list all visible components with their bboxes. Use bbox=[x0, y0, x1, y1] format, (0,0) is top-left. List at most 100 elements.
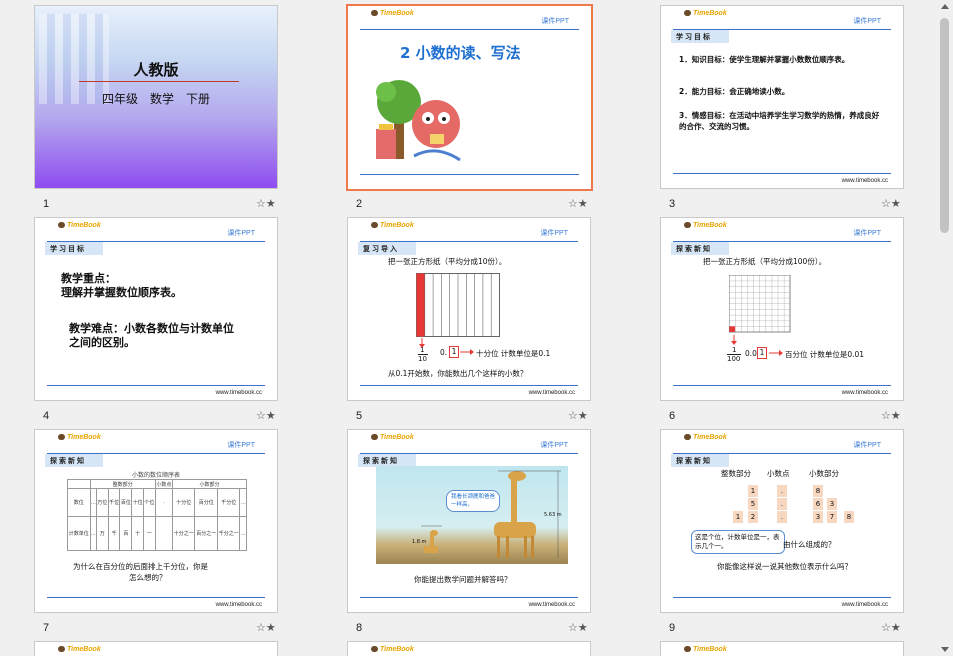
section-tag: 探索新知 bbox=[671, 242, 729, 255]
table-cell: 十分之一 bbox=[171, 516, 196, 551]
table-cell: 万位 bbox=[95, 488, 109, 517]
height-label-big: 5.63 m bbox=[544, 512, 562, 518]
decimal-part-label: 小数部分 bbox=[809, 469, 839, 478]
header-line bbox=[360, 29, 579, 30]
callout-bubble: 这是个位，计数单位是一，表示几个一。 bbox=[691, 530, 785, 554]
slide-number-6: 6 bbox=[669, 410, 676, 422]
vertical-scrollbar[interactable] bbox=[936, 0, 953, 656]
slide-2-title: 2 小数的读、写法 bbox=[400, 44, 521, 62]
star-icon[interactable]: ☆★ bbox=[881, 197, 901, 210]
decimal-digit: 8 bbox=[813, 485, 823, 497]
star-icon[interactable]: ☆★ bbox=[568, 409, 588, 422]
footer-url: www.timebook.cc bbox=[215, 602, 262, 608]
slide-9-question: 你能像这样说一说其他数位表示什么吗？ bbox=[717, 562, 852, 571]
star-icon[interactable]: ☆★ bbox=[256, 409, 276, 422]
timebook-logo: TimeBook bbox=[371, 10, 414, 17]
decimal-point: . bbox=[777, 498, 787, 510]
slide-thumbnail-11[interactable]: TimeBook bbox=[347, 641, 591, 656]
scroll-down-arrow-icon[interactable] bbox=[941, 647, 949, 652]
slide-1-subtitle: 四年级 数学 下册 bbox=[101, 92, 210, 106]
place-value-table: 整数部分 小数点 小数部分 数位 … 万位 千位 百位 十位 个位 · 十分位 … bbox=[67, 479, 248, 551]
decimal-digit: 7 bbox=[827, 511, 837, 523]
decimal-digit: 8 bbox=[844, 511, 854, 523]
decimal-point: . bbox=[777, 511, 787, 523]
right-arrow-icon bbox=[769, 350, 783, 356]
scrollbar-thumb[interactable] bbox=[940, 18, 949, 233]
table-cell: 万 bbox=[95, 516, 109, 551]
slide-thumbnail-5[interactable]: TimeBook 课件PPT 复习导入 把一张正方形纸（平均分成10份）。 1 … bbox=[347, 217, 591, 401]
hundredths-grid-diagram bbox=[729, 275, 791, 333]
footer-line bbox=[673, 173, 891, 174]
table-cell: … bbox=[239, 488, 247, 517]
star-icon[interactable]: ☆★ bbox=[881, 409, 901, 422]
timebook-logo: TimeBook bbox=[58, 646, 101, 653]
slide-7-question-1: 为什么在百分位的后面排上千分位，你是 bbox=[73, 562, 208, 571]
table-cell: 十 bbox=[131, 516, 145, 551]
table-cell: 千分之一 bbox=[216, 516, 241, 551]
tenths-note: 十分位 计数单位是0.1 bbox=[476, 349, 551, 358]
slide-thumbnail-2[interactable]: TimeBook 课件PPT 2 小数的读、写法 bbox=[346, 4, 593, 191]
table-cell: 千分位 bbox=[216, 488, 241, 517]
down-arrow-icon bbox=[731, 335, 737, 345]
tenths-strip-diagram bbox=[416, 273, 500, 337]
slide-number-1: 1 bbox=[43, 198, 50, 210]
slide-thumbnail-4[interactable]: TimeBook 课件PPT 学习目标 教学重点： 理解并掌握数位顺序表。 教学… bbox=[34, 217, 278, 401]
table-cell: 个位 bbox=[143, 488, 156, 517]
timebook-logo: TimeBook bbox=[371, 222, 414, 229]
slide-1-title: 人教版 bbox=[133, 61, 179, 79]
star-icon[interactable]: ☆★ bbox=[568, 621, 588, 634]
integer-digit: 1 bbox=[733, 511, 743, 523]
decimal-value: 0.0 bbox=[745, 349, 757, 358]
slide-thumbnail-8[interactable]: TimeBook 课件PPT 探索新知 5.63 m 1.8 m 我看长颈鹿和爸… bbox=[347, 429, 591, 613]
goal-line-3: 3．情感目标：在活动中培养学生学习数学的热情，养成良好的合作、交流的习惯。 bbox=[679, 111, 880, 131]
decimal-value-box: 1 bbox=[757, 347, 767, 359]
integer-part-label: 整数部分 bbox=[721, 469, 751, 478]
slide-number-7: 7 bbox=[43, 622, 50, 634]
star-icon[interactable]: ☆★ bbox=[568, 197, 588, 210]
slide-1-red-rule bbox=[79, 81, 239, 82]
kejian-label: 课件PPT bbox=[227, 230, 255, 237]
footer-line bbox=[360, 597, 578, 598]
slide-8-question: 你能提出数学问题并解答吗？ bbox=[414, 575, 512, 584]
giraffe-illustration bbox=[421, 470, 561, 558]
decimal-digit: 3 bbox=[827, 498, 837, 510]
star-icon[interactable]: ☆★ bbox=[256, 197, 276, 210]
slide-number-3: 3 bbox=[669, 198, 676, 210]
slide-thumbnail-9[interactable]: TimeBook 课件PPT 探索新知 整数部分 小数点 小数部分 1 5 1 … bbox=[660, 429, 904, 613]
speech-bubble: 我看长颈鹿和爸爸一样高。 bbox=[446, 490, 500, 512]
table-group-header: 小数部分 bbox=[171, 479, 248, 489]
kejian-label: 课件PPT bbox=[540, 442, 568, 449]
kejian-label: 课件PPT bbox=[541, 18, 569, 25]
footer-line bbox=[47, 597, 265, 598]
cartoon-tree-illustration bbox=[376, 80, 461, 162]
difficulty-text-2: 之间的区别。 bbox=[69, 336, 135, 349]
table-cell: 十分位 bbox=[171, 488, 196, 517]
timebook-logo: TimeBook bbox=[371, 434, 414, 441]
slide-thumbnail-7[interactable]: TimeBook 课件PPT 探索新知 小数的数位顺序表 整数部分 小数点 小数… bbox=[34, 429, 278, 613]
footer-url: www.timebook.cc bbox=[215, 390, 262, 396]
timebook-logo: TimeBook bbox=[58, 434, 101, 441]
star-icon[interactable]: ☆★ bbox=[256, 621, 276, 634]
footer-line bbox=[360, 174, 579, 175]
slide-thumbnail-3[interactable]: TimeBook 课件PPT 学习目标 1．知识目标：使学生理解并掌握小数数位顺… bbox=[660, 5, 904, 189]
goal-line-1: 1．知识目标：使学生理解并掌握小数数位顺序表。 bbox=[679, 55, 850, 64]
slide-thumbnail-1[interactable]: 人教版 四年级 数学 下册 bbox=[34, 5, 278, 189]
star-icon[interactable]: ☆★ bbox=[881, 621, 901, 634]
slide-thumbnail-12[interactable]: TimeBook bbox=[660, 641, 904, 656]
decimal-digit: 3 bbox=[813, 511, 823, 523]
slide-number-5: 5 bbox=[356, 410, 363, 422]
footer-line bbox=[673, 385, 891, 386]
slide-thumbnail-6[interactable]: TimeBook 课件PPT 探索新知 把一张正方形纸（平均分成100份）。 1… bbox=[660, 217, 904, 401]
slide-thumbnail-10[interactable]: TimeBook bbox=[34, 641, 278, 656]
slide-7-question-2: 怎么想的？ bbox=[129, 573, 167, 582]
table-cell: 百 bbox=[119, 516, 133, 551]
table-row-label: 计数单位 bbox=[67, 516, 91, 551]
table-cell: 一 bbox=[143, 516, 156, 551]
scroll-up-arrow-icon[interactable] bbox=[941, 4, 949, 9]
slide-number-2: 2 bbox=[356, 198, 363, 210]
integer-digit: 2 bbox=[748, 511, 758, 523]
table-cell: … bbox=[239, 516, 247, 551]
integer-digit: 1 bbox=[748, 485, 758, 497]
table-cell: · bbox=[154, 488, 173, 517]
timebook-logo: TimeBook bbox=[58, 222, 101, 229]
